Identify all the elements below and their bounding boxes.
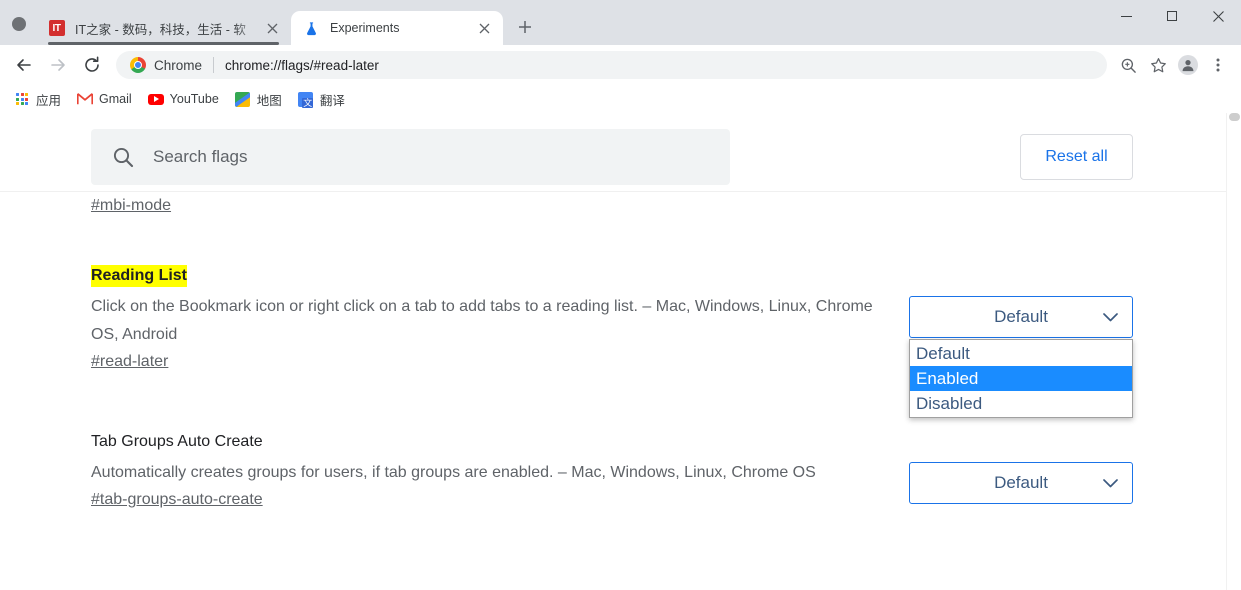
- bookmark-label: 地图: [257, 90, 282, 109]
- browser-toolbar: Chrome chrome://flags/#read-later: [0, 45, 1241, 85]
- search-icon: [111, 145, 135, 169]
- search-flags-placeholder: Search flags: [153, 147, 248, 167]
- tab-search-dot-icon[interactable]: [12, 17, 26, 31]
- omnibox-url-text: chrome://flags/#read-later: [225, 58, 379, 73]
- bookmark-apps[interactable]: 应用: [6, 87, 69, 111]
- minimize-button[interactable]: [1103, 0, 1149, 32]
- bookmarks-bar: 应用 Gmail YouTube 地图 翻译: [0, 85, 1241, 113]
- flag-select-option-disabled[interactable]: Disabled: [910, 391, 1132, 416]
- flag-hash-link-mbi-mode[interactable]: #mbi-mode: [91, 197, 171, 215]
- bookmark-gmail[interactable]: Gmail: [69, 87, 140, 111]
- window-controls: [1103, 0, 1241, 45]
- reload-button[interactable]: [76, 49, 108, 81]
- translate-icon: [298, 91, 314, 107]
- apps-grid-icon: [14, 91, 30, 107]
- flag-title-wrap: Tab Groups Auto Create: [91, 431, 881, 453]
- maps-icon: [235, 91, 251, 107]
- flag-entry-text: Reading List Click on the Bookmark icon …: [91, 265, 881, 371]
- bookmark-label: 应用: [36, 90, 61, 109]
- bookmark-youtube[interactable]: YouTube: [140, 87, 227, 111]
- bookmark-label: 翻译: [320, 90, 345, 109]
- reset-all-button[interactable]: Reset all: [1020, 134, 1133, 180]
- search-flags-input[interactable]: Search flags: [91, 129, 730, 185]
- flag-select-option-enabled[interactable]: Enabled: [910, 366, 1132, 391]
- forward-button[interactable]: [42, 49, 74, 81]
- tab-experiments[interactable]: Experiments: [291, 11, 503, 45]
- flag-select-reading-list[interactable]: Default Default Enabled Disabled: [909, 296, 1133, 338]
- star-icon[interactable]: [1143, 50, 1173, 80]
- tab-loading-underline: [48, 42, 279, 45]
- tab-close-icon[interactable]: [475, 19, 493, 37]
- gmail-icon: [77, 91, 93, 107]
- bookmark-maps[interactable]: 地图: [227, 87, 290, 111]
- zoom-in-icon[interactable]: [1113, 50, 1143, 80]
- bookmark-label: YouTube: [170, 92, 219, 106]
- flag-select-value: Default: [994, 307, 1048, 327]
- flag-select-option-default[interactable]: Default: [910, 341, 1132, 366]
- flag-select-value: Default: [994, 473, 1048, 493]
- new-tab-button[interactable]: [511, 13, 539, 41]
- profile-avatar-icon[interactable]: [1173, 50, 1203, 80]
- flag-hash-link-read-later[interactable]: #read-later: [91, 353, 168, 371]
- flags-list: #mbi-mode Reading List Click on the Book…: [0, 193, 1226, 590]
- scrollbar-thumb[interactable]: [1229, 113, 1240, 121]
- tab-it-home[interactable]: IT IT之家 - 数码，科技，生活 - 软: [36, 11, 291, 45]
- flag-title: Tab Groups Auto Create: [91, 431, 263, 453]
- flags-page: Search flags Reset all #mbi-mode Reading…: [0, 113, 1226, 590]
- flag-title-wrap: Reading List: [91, 265, 881, 287]
- address-bar[interactable]: Chrome chrome://flags/#read-later: [116, 51, 1107, 79]
- chevron-down-icon: [1102, 309, 1118, 325]
- flask-icon: [303, 20, 320, 37]
- chevron-down-icon: [1102, 475, 1118, 491]
- bookmark-translate[interactable]: 翻译: [290, 87, 353, 111]
- tab-title: Experiments: [330, 21, 475, 35]
- flag-select-button[interactable]: Default: [909, 296, 1133, 338]
- flag-select-dropdown-list[interactable]: Default Enabled Disabled: [909, 339, 1133, 418]
- close-button[interactable]: [1195, 0, 1241, 32]
- omnibox-scheme-label: Chrome: [154, 58, 202, 73]
- flag-description: Automatically creates groups for users, …: [91, 459, 881, 487]
- chrome-product-icon: [130, 57, 146, 73]
- flag-select-tab-groups[interactable]: Default: [909, 462, 1133, 504]
- reset-all-label: Reset all: [1045, 148, 1107, 166]
- browser-window: IT IT之家 - 数码，科技，生活 - 软 Experiments: [0, 0, 1241, 590]
- bookmark-label: Gmail: [99, 92, 132, 106]
- tab-close-icon[interactable]: [263, 19, 281, 37]
- tab-title: IT之家 - 数码，科技，生活 - 软: [75, 19, 263, 38]
- flag-select-button[interactable]: Default: [909, 462, 1133, 504]
- page-scrollbar[interactable]: [1226, 113, 1241, 590]
- header-divider: [0, 191, 1226, 192]
- flag-hash-link-tab-groups-auto-create[interactable]: #tab-groups-auto-create: [91, 491, 263, 509]
- omnibox-divider: [213, 57, 214, 73]
- flag-description: Click on the Bookmark icon or right clic…: [91, 293, 881, 349]
- it-home-icon: IT: [48, 20, 65, 37]
- youtube-icon: [148, 91, 164, 107]
- back-button[interactable]: [8, 49, 40, 81]
- page-viewport: Search flags Reset all #mbi-mode Reading…: [0, 113, 1241, 590]
- maximize-button[interactable]: [1149, 0, 1195, 32]
- flag-title: Reading List: [91, 265, 187, 287]
- three-dot-menu-icon[interactable]: [1203, 50, 1233, 80]
- flag-entry-text: Tab Groups Auto Create Automatically cre…: [91, 431, 881, 509]
- tab-strip: IT IT之家 - 数码，科技，生活 - 软 Experiments: [0, 0, 1241, 45]
